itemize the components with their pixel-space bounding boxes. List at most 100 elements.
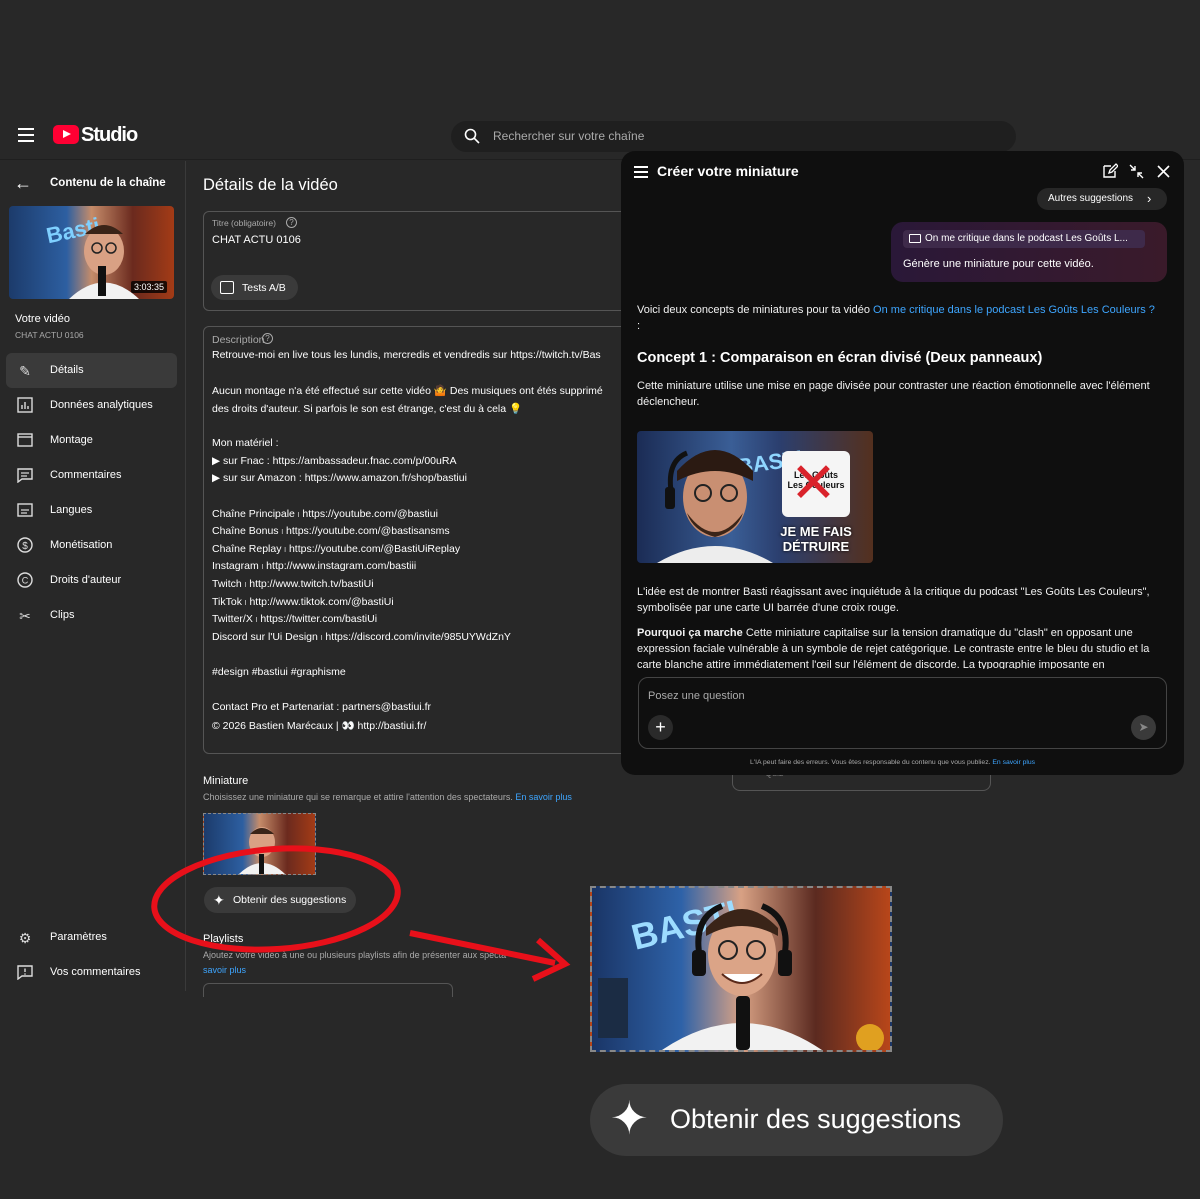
learn-more-link[interactable]: En savoir plus [515, 792, 572, 802]
sidebar-item-label: Données analytiques [50, 399, 153, 411]
your-video-label: Votre vidéo [15, 313, 71, 325]
description-line: des droits d'auteur. Si parfois le son e… [212, 403, 523, 415]
sidebar-item-label: Monétisation [50, 539, 113, 551]
sidebar-item-settings[interactable]: ⚙ Paramètres [6, 920, 177, 955]
thumbnail-section-subtitle: Choisissez une miniature qui se remarque… [203, 792, 572, 802]
plus-icon: + [655, 717, 666, 737]
subtitles-icon [16, 502, 34, 520]
playlists-learn-more-link[interactable]: savoir plus [203, 965, 246, 975]
sidebar-item-editor[interactable]: Montage [6, 423, 177, 458]
video-reference-chip[interactable]: On me critique dans le podcast Les Goûts… [903, 230, 1145, 248]
why-it-works-text: Pourquoi ça marche Cette miniature capit… [637, 625, 1162, 669]
back-arrow-icon[interactable]: ← [14, 174, 32, 192]
dollar-icon: $ [16, 537, 34, 555]
ask-question-box[interactable] [638, 677, 1167, 749]
intro-prefix: Voici deux concepts de miniatures pour t… [637, 304, 870, 316]
menu-icon[interactable] [18, 128, 34, 142]
thumbnail-subtitle-text: Choisissez une miniature qui se remarque… [203, 792, 513, 802]
comments-icon [16, 467, 34, 485]
sidebar-item-label: Langues [50, 504, 93, 516]
sidebar-item-label: Montage [50, 434, 93, 446]
add-attachment-button[interactable]: + [648, 715, 673, 740]
sparkle-icon: ✦ [610, 1092, 649, 1144]
description-line: Chaîne Replay ၊ https://youtube.com/@Bas… [212, 543, 461, 555]
ab-test-button[interactable]: Tests A/B [211, 275, 298, 300]
sidebar-item-feedback[interactable]: Vos commentaires [6, 955, 177, 990]
title-input[interactable]: CHAT ACTU 0106 [212, 234, 301, 246]
chevron-right-icon: › [1147, 191, 1152, 206]
sidebar-item-label: Détails [50, 364, 84, 376]
video-title-link[interactable]: On me critique dans le podcast Les Goûts… [873, 304, 1155, 316]
description-line: ▶ sur sur Amazon : https://www.amazon.fr… [212, 472, 467, 484]
duration-badge: 3:03:35 [131, 281, 168, 293]
playlists-subtitle: Ajoutez votre vidéo à une ou plusieurs p… [203, 950, 507, 960]
user-message-text: Génère une miniature pour cette vidéo. [903, 258, 1094, 270]
description-line: #design #bastiui #graphisme [212, 666, 346, 678]
collapse-icon[interactable] [1129, 164, 1144, 179]
description-field[interactable]: Description ? Retrouve-moi en live tous … [203, 326, 633, 754]
enlarged-get-suggestions-button: ✦ Obtenir des suggestions [590, 1084, 1003, 1156]
playlist-select[interactable] [203, 983, 453, 997]
ai-intro-text: Voici deux concepts de miniatures pour t… [637, 302, 1157, 334]
gear-icon: ⚙ [18, 930, 32, 946]
sidebar-item-copyright[interactable]: C Droits d'auteur [6, 563, 177, 598]
video-icon [909, 234, 921, 243]
ai-disclaimer: L'IA peut faire des erreurs. Vous êtes r… [750, 759, 1035, 766]
description-line: Contact Pro et Partenariat : partners@ba… [212, 701, 432, 713]
video-reference-label: On me critique dans le podcast Les Goûts… [925, 233, 1128, 244]
help-icon[interactable]: ? [262, 333, 273, 344]
description-line: Mon matériel : [212, 437, 279, 449]
concept-description: Cette miniature utilise une mise en page… [637, 380, 1150, 408]
enlarged-suggestions-label: Obtenir des suggestions [670, 1104, 962, 1134]
studio-logo-text[interactable]: Studio [81, 124, 138, 147]
svg-text:$: $ [22, 541, 28, 552]
search-input[interactable]: Rechercher sur votre chaîne [493, 129, 644, 143]
get-suggestions-label: Obtenir des suggestions [233, 894, 347, 906]
title-field-label: Titre (obligatoire) [212, 218, 276, 228]
sparkle-icon: ✦ [213, 892, 225, 908]
svg-text:C: C [22, 576, 29, 586]
sidebar-item-label: Droits d'auteur [50, 574, 122, 586]
why-label: Pourquoi ça marche [637, 627, 743, 639]
close-icon[interactable] [1157, 165, 1170, 178]
send-button[interactable]: ➤ [1131, 715, 1156, 740]
thumbnail-section-title: Miniature [203, 775, 249, 787]
sidebar-item-label: Commentaires [50, 469, 122, 481]
panel-title: Créer votre miniature [657, 163, 799, 179]
description-line: Chaîne Bonus ၊ https://youtube.com/@bast… [212, 525, 450, 537]
red-cross-icon: ✕ [790, 451, 837, 514]
description-line: Aucun montage n'a été effectué sur cette… [212, 385, 603, 397]
analytics-icon [16, 397, 34, 415]
pencil-icon: ✎ [19, 363, 31, 379]
description-line: TikTok ၊ http://www.tiktok.com/@bastiUi [212, 596, 394, 608]
video-id-label: CHAT ACTU 0106 [15, 330, 84, 340]
sidebar-item-analytics[interactable]: Données analytiques [6, 388, 177, 423]
intro-suffix: : [637, 320, 641, 332]
sidebar-item-comments[interactable]: Commentaires [6, 458, 177, 493]
red-arrow-head [531, 937, 571, 982]
description-label: Description [212, 334, 265, 346]
get-suggestions-button[interactable]: ✦ Obtenir des suggestions [204, 887, 356, 913]
editor-icon [16, 432, 34, 450]
ask-question-input[interactable]: Posez une question [648, 690, 745, 702]
description-line: Discord sur l'Ui Design ၊ https://discor… [212, 631, 511, 643]
help-icon[interactable]: ? [286, 217, 297, 228]
ab-test-label: Tests A/B [242, 282, 286, 294]
panel-menu-icon[interactable] [634, 166, 648, 178]
youtube-logo-icon[interactable] [53, 125, 79, 144]
description-line: Twitter/X ၊ https://twitter.com/bastiUi [212, 613, 378, 625]
feedback-icon [16, 964, 34, 982]
current-thumbnail[interactable] [203, 813, 316, 875]
sidebar-item-monetization[interactable]: $ Monétisation [6, 528, 177, 563]
concept-title: Concept 1 : Comparaison en écran divisé … [637, 350, 1043, 366]
description-line: ▶ sur Fnac : https://ambassadeur.fnac.co… [212, 455, 457, 467]
sidebar-item-clips[interactable]: ✂ Clips [6, 598, 177, 633]
sidebar-item-details[interactable]: ✎ Détails [6, 353, 177, 388]
search-icon[interactable] [464, 128, 480, 144]
disclaimer-learn-more-link[interactable]: En savoir plus [992, 759, 1035, 766]
other-suggestions-button[interactable]: Autres suggestions › [1037, 188, 1167, 210]
new-chat-icon[interactable] [1102, 163, 1118, 179]
sidebar-item-languages[interactable]: Langues [6, 493, 177, 528]
sidebar-item-label: Vos commentaires [50, 966, 141, 978]
channel-content-link[interactable]: Contenu de la chaîne [50, 177, 166, 189]
